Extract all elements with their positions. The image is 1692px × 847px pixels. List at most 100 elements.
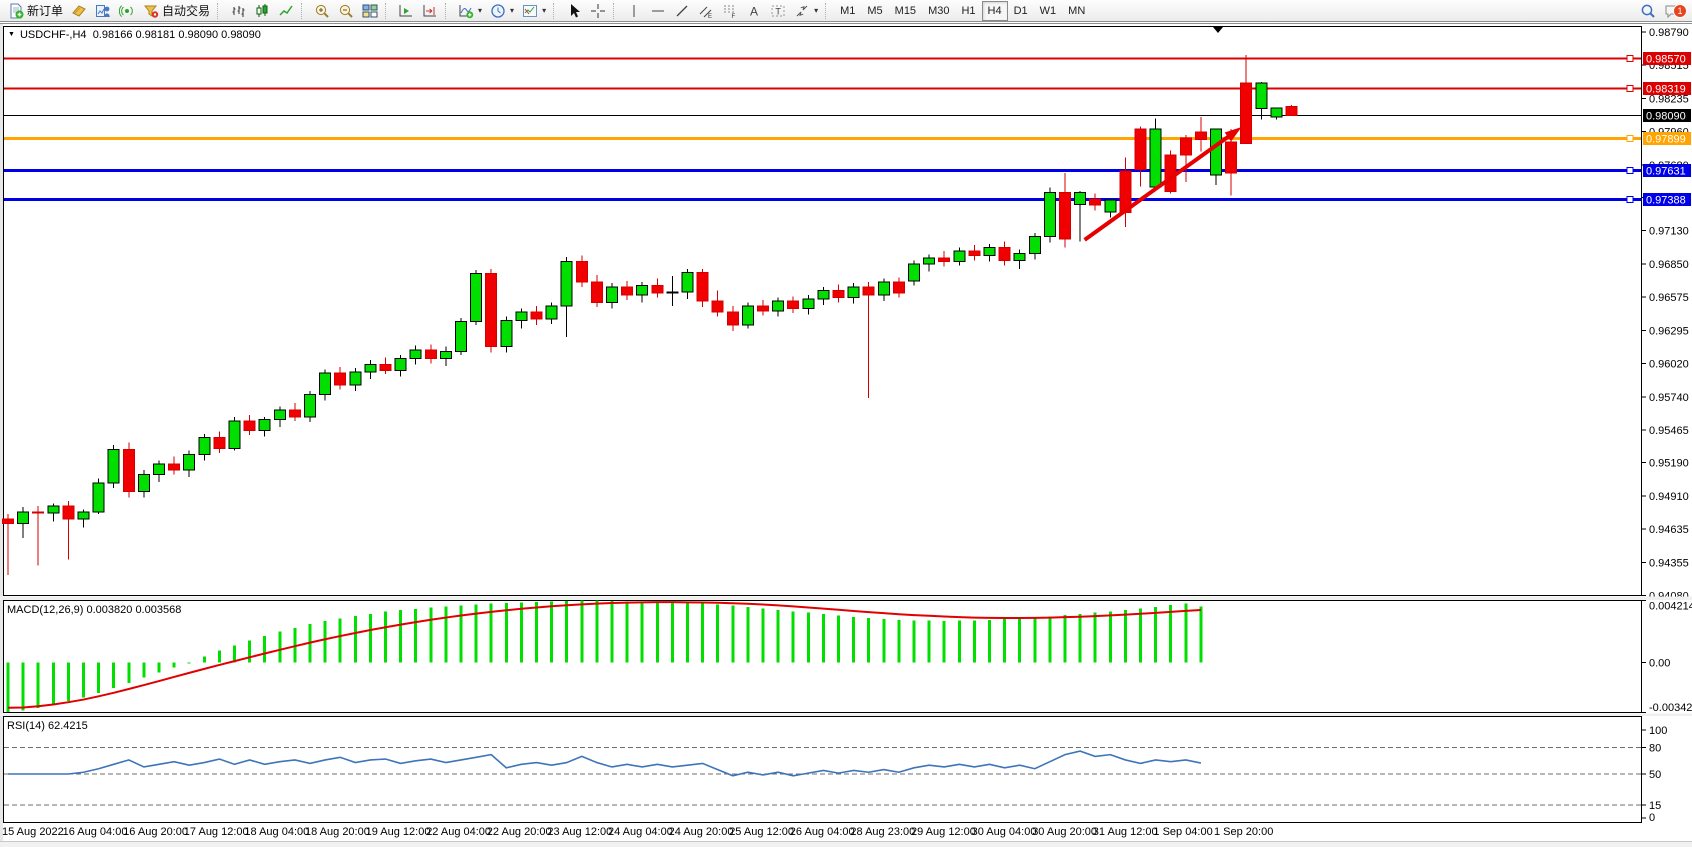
line-chart-mode-button[interactable] bbox=[274, 1, 298, 21]
svg-text:-0.003423: -0.003423 bbox=[1649, 702, 1692, 714]
svg-text:1 Sep 20:00: 1 Sep 20:00 bbox=[1214, 826, 1273, 838]
chart-canvas[interactable]: 0.987900.985150.982350.979600.976800.974… bbox=[0, 23, 1692, 847]
trendline-tool[interactable] bbox=[670, 1, 694, 21]
timeframe-mn[interactable]: MN bbox=[1062, 1, 1091, 21]
new-order-button[interactable]: 新订单 bbox=[4, 1, 67, 21]
templates-button[interactable]: ▾ bbox=[518, 1, 550, 21]
svg-text:29 Aug 12:00: 29 Aug 12:00 bbox=[911, 826, 976, 838]
equidistant-channel-icon: E bbox=[698, 3, 714, 19]
svg-text:30 Aug 20:00: 30 Aug 20:00 bbox=[1032, 826, 1097, 838]
text-icon: A bbox=[746, 3, 762, 19]
svg-text:0.95740: 0.95740 bbox=[1649, 392, 1689, 404]
candlestick-mode-button[interactable] bbox=[250, 1, 274, 21]
svg-text:F: F bbox=[732, 14, 736, 19]
chevron-down-icon: ▾ bbox=[542, 6, 546, 15]
indicators-icon bbox=[458, 3, 474, 19]
quotes-book-icon bbox=[71, 3, 87, 19]
svg-text:0.98319: 0.98319 bbox=[1646, 83, 1686, 95]
auto-trading-icon bbox=[143, 3, 159, 19]
svg-text:22 Aug 04:00: 22 Aug 04:00 bbox=[426, 826, 491, 838]
vertical-line-icon bbox=[626, 3, 642, 19]
svg-text:0.96020: 0.96020 bbox=[1649, 358, 1689, 370]
auto-trading-button[interactable]: 自动交易 bbox=[139, 1, 214, 21]
indicators-button[interactable]: ▾ bbox=[454, 1, 486, 21]
timeframe-m30[interactable]: M30 bbox=[922, 1, 955, 21]
cursor-arrow-icon bbox=[566, 3, 582, 19]
svg-text:50: 50 bbox=[1649, 769, 1661, 781]
svg-text:25 Aug 12:00: 25 Aug 12:00 bbox=[729, 826, 794, 838]
timeframe-m1[interactable]: M1 bbox=[834, 1, 861, 21]
chart-shift-button[interactable] bbox=[418, 1, 442, 21]
cursor-button[interactable] bbox=[562, 1, 586, 21]
svg-text:22 Aug 20:00: 22 Aug 20:00 bbox=[487, 826, 552, 838]
svg-text:E: E bbox=[708, 14, 712, 19]
svg-text:18 Aug 04:00: 18 Aug 04:00 bbox=[244, 826, 309, 838]
svg-text:28 Aug 23:00: 28 Aug 23:00 bbox=[850, 826, 915, 838]
timeframe-m15[interactable]: M15 bbox=[889, 1, 922, 21]
bar-chart-mode-button[interactable] bbox=[226, 1, 250, 21]
svg-text:0.98790: 0.98790 bbox=[1649, 27, 1689, 39]
chat-button[interactable]: 1 bbox=[1660, 1, 1684, 21]
search-button[interactable] bbox=[1636, 1, 1660, 21]
svg-text:T: T bbox=[775, 6, 781, 16]
svg-text:0.97130: 0.97130 bbox=[1649, 226, 1689, 238]
horizontal-line-tool[interactable] bbox=[646, 1, 670, 21]
chart-symbol-period: USDCHF-,H4 bbox=[20, 29, 87, 41]
arrows-tool[interactable]: ▾ bbox=[790, 1, 822, 21]
text-label-icon: T bbox=[770, 3, 786, 19]
timeframe-w1[interactable]: W1 bbox=[1034, 1, 1063, 21]
zoom-in-button[interactable] bbox=[310, 1, 334, 21]
tile-windows-button[interactable] bbox=[358, 1, 382, 21]
svg-text:16 Aug 04:00: 16 Aug 04:00 bbox=[63, 826, 128, 838]
svg-text:16 Aug 20:00: 16 Aug 20:00 bbox=[123, 826, 188, 838]
svg-text:0.00: 0.00 bbox=[1649, 657, 1670, 669]
periods-button[interactable]: ▾ bbox=[486, 1, 518, 21]
svg-text:0.94355: 0.94355 bbox=[1649, 558, 1689, 570]
signals-button[interactable] bbox=[115, 1, 139, 21]
strategy-tester-button[interactable] bbox=[91, 1, 115, 21]
auto-scroll-button[interactable] bbox=[394, 1, 418, 21]
svg-text:15: 15 bbox=[1649, 800, 1661, 812]
rsi-label: RSI(14) 62.4215 bbox=[7, 720, 88, 732]
crosshair-button[interactable] bbox=[586, 1, 610, 21]
svg-text:0: 0 bbox=[1649, 812, 1655, 824]
text-tool[interactable]: A bbox=[742, 1, 766, 21]
timeframe-m5[interactable]: M5 bbox=[861, 1, 888, 21]
zoom-out-button[interactable] bbox=[334, 1, 358, 21]
toolbar-separator bbox=[217, 3, 222, 19]
svg-text:19 Aug 12:00: 19 Aug 12:00 bbox=[366, 826, 431, 838]
candlestick-icon bbox=[254, 3, 270, 19]
svg-text:0.96295: 0.96295 bbox=[1649, 325, 1689, 337]
svg-text:24 Aug 04:00: 24 Aug 04:00 bbox=[608, 826, 673, 838]
svg-text:15 Aug 2022: 15 Aug 2022 bbox=[2, 826, 64, 838]
rsi-value: 62.4215 bbox=[48, 720, 88, 732]
svg-text:0.97631: 0.97631 bbox=[1646, 166, 1686, 178]
timeframe-h4[interactable]: H4 bbox=[982, 1, 1008, 21]
channel-tool[interactable]: E bbox=[694, 1, 718, 21]
svg-text:100: 100 bbox=[1649, 725, 1667, 737]
fibonacci-icon: F bbox=[722, 3, 738, 19]
chart-window: 0.987900.985150.982350.979600.976800.974… bbox=[0, 23, 1692, 847]
chart-ohlc-values: 0.98166 0.98181 0.98090 0.98090 bbox=[93, 29, 261, 41]
macd-name: MACD(12,26,9) bbox=[7, 604, 83, 616]
svg-text:0.004214: 0.004214 bbox=[1649, 601, 1692, 613]
svg-text:0.96850: 0.96850 bbox=[1649, 259, 1689, 271]
svg-text:1 Sep 04:00: 1 Sep 04:00 bbox=[1153, 826, 1212, 838]
market-watch-button[interactable] bbox=[67, 1, 91, 21]
svg-text:0.96575: 0.96575 bbox=[1649, 292, 1689, 304]
tile-windows-icon bbox=[362, 3, 378, 19]
macd-label: MACD(12,26,9) 0.003820 0.003568 bbox=[7, 604, 181, 616]
search-icon bbox=[1640, 3, 1656, 19]
text-label-tool[interactable]: T bbox=[766, 1, 790, 21]
horizontal-line-icon bbox=[650, 3, 666, 19]
vertical-line-tool[interactable] bbox=[622, 1, 646, 21]
zoom-in-icon bbox=[314, 3, 330, 19]
timeframe-d1[interactable]: D1 bbox=[1008, 1, 1034, 21]
rsi-name: RSI(14) bbox=[7, 720, 45, 732]
svg-text:0.97899: 0.97899 bbox=[1646, 134, 1686, 146]
line-chart-icon bbox=[278, 3, 294, 19]
svg-text:0.95190: 0.95190 bbox=[1649, 458, 1689, 470]
timeframe-h1[interactable]: H1 bbox=[955, 1, 981, 21]
auto-scroll-icon bbox=[398, 3, 414, 19]
fibonacci-tool[interactable]: F bbox=[718, 1, 742, 21]
